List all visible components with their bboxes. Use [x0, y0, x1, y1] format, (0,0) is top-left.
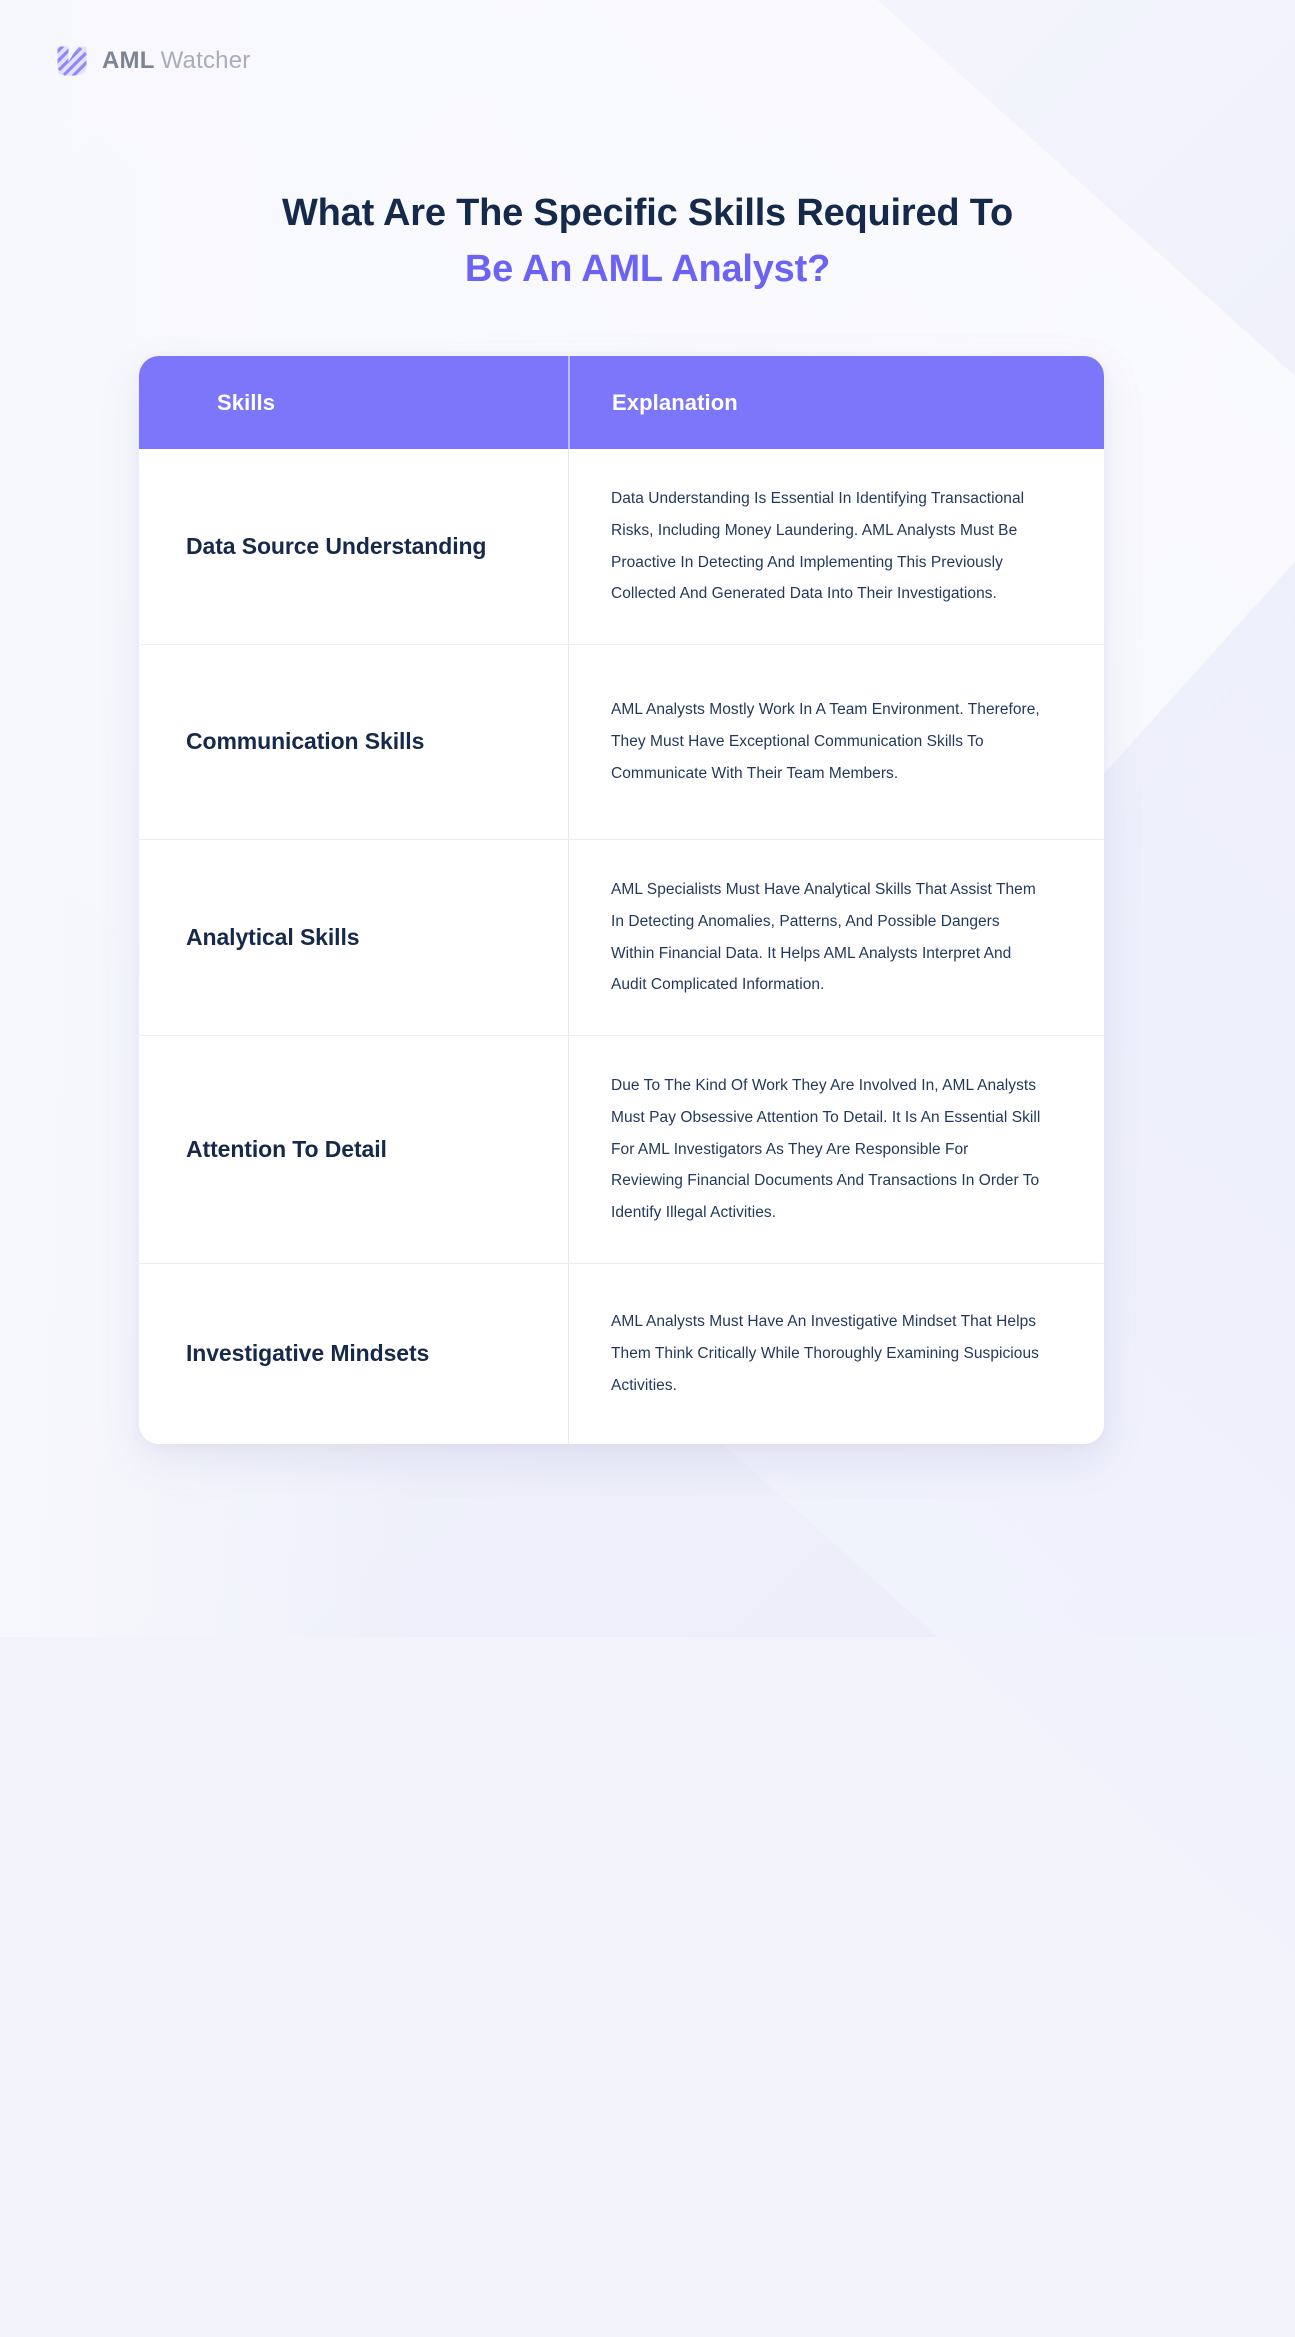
- cell-explanation: Data Understanding Is Essential In Ident…: [568, 449, 1104, 645]
- column-header-skills: Skills: [217, 389, 276, 415]
- table-row: Data Source Understanding Data Understan…: [139, 449, 1104, 646]
- aml-watcher-logo-icon: [57, 46, 87, 76]
- page-title-line-1: What Are The Specific Skills Required To: [281, 192, 1014, 234]
- cell-skill: Communication Skills: [186, 728, 425, 755]
- cell-skill: Analytical Skills: [186, 923, 360, 950]
- column-header-explanation: Explanation: [568, 356, 1104, 449]
- cell-skill: Attention To Detail: [186, 1135, 387, 1162]
- skills-table: Skills Explanation Data Source Understan…: [139, 356, 1104, 1444]
- brand-name-bold: AML: [102, 47, 155, 74]
- brand-name-light: Watcher: [160, 47, 251, 74]
- cell-skill: Investigative Mindsets: [186, 1340, 430, 1366]
- table-header-row: Skills Explanation: [139, 356, 1104, 449]
- cell-skill: Data Source Understanding: [186, 532, 487, 559]
- brand-logo[interactable]: AML Watcher: [55, 44, 250, 78]
- page-title: What Are The Specific Skills Required To…: [0, 185, 1295, 297]
- page-title-line-2: Be An AML Analyst?: [464, 248, 831, 291]
- cell-explanation: Due To The Kind Of Work They Are Involve…: [568, 1036, 1104, 1263]
- table-row: Communication Skills AML Analysts Mostly…: [139, 645, 1104, 841]
- cell-explanation: AML Analysts Must Have An Investigative …: [568, 1263, 1104, 1444]
- table-row: Investigative Mindsets AML Analysts Must…: [139, 1263, 1104, 1444]
- cell-explanation: AML Specialists Must Have Analytical Ski…: [568, 840, 1104, 1036]
- cell-explanation: AML Analysts Mostly Work In A Team Envir…: [568, 645, 1104, 840]
- brand-wordmark: AML Watcher: [102, 47, 250, 75]
- table-row: Analytical Skills AML Specialists Must H…: [139, 840, 1104, 1037]
- table-row: Attention To Detail Due To The Kind Of W…: [139, 1036, 1104, 1264]
